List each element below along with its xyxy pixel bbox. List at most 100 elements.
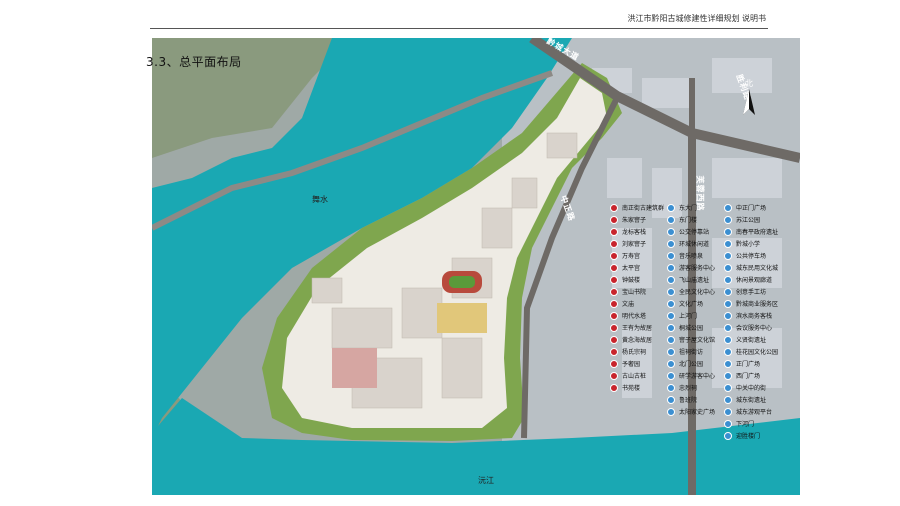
legend-item: 下河门 (724, 418, 754, 429)
sports-field (449, 276, 475, 288)
legend-label: 祖祠街访 (679, 349, 704, 356)
legend-item: 迎胜楼门 (724, 430, 760, 441)
legend-item: 祖祠街访 (667, 346, 703, 357)
legend-marker-icon (724, 431, 732, 440)
legend-label: 文庙 (622, 301, 635, 308)
legend-marker-icon (667, 239, 675, 248)
legend-label: 龙标客栈 (622, 229, 647, 236)
legend-label: 中关中的街 (736, 385, 767, 392)
legend-label: 下河门 (736, 421, 755, 428)
legend-item: 朱家窨子 (610, 214, 646, 225)
legend-item: 东大门 (667, 202, 697, 213)
legend-label: 苏江公园 (736, 217, 761, 224)
legend-item: 环城休闲道 (667, 238, 709, 249)
legend-item: 忠烈祠 (667, 382, 697, 393)
legend-item: 中正门广场 (724, 202, 766, 213)
legend-item: 明代水塔 (610, 310, 646, 321)
legend-label: 明代水塔 (622, 313, 647, 320)
legend-label: 黄念海故居 (622, 337, 653, 344)
legend-label: 城东游观平台 (736, 409, 773, 416)
legend-marker-icon (724, 371, 732, 380)
legend-item: 飞山庙遗址 (667, 274, 709, 285)
legend-marker-icon (724, 203, 732, 212)
wushui-river-label: 舞水 (312, 195, 328, 204)
section-title: 3.3、总平面布局 (146, 55, 242, 69)
legend-label: 杨氏宗祠 (622, 349, 647, 356)
legend-item: 会议服务中心 (724, 322, 772, 333)
legend-marker-icon (724, 419, 732, 428)
legend-marker-icon (667, 335, 675, 344)
legend-item: 城东游观平台 (724, 406, 772, 417)
legend-marker-icon (610, 287, 618, 296)
legend-marker-icon (724, 335, 732, 344)
legend-item: 北门公园 (667, 358, 703, 369)
legend-item: 南春平政府遗址 (724, 226, 778, 237)
legend-label: 创意手工坊 (736, 289, 767, 296)
legend-item: 上河门 (667, 310, 697, 321)
legend-label: 南正街古建筑群 (622, 205, 665, 212)
legend-item: 休闲景观廊道 (724, 274, 772, 285)
legend-label: 万寿宫 (622, 253, 641, 260)
legend-item: 东门楼 (667, 214, 697, 225)
legend-marker-icon (724, 323, 732, 332)
legend-label: 环城休闲道 (679, 241, 710, 248)
legend-marker-icon (724, 383, 732, 392)
legend-marker-icon (724, 251, 732, 260)
legend-label: 研学游客中心 (679, 373, 716, 380)
legend-item: 宝山书院 (610, 286, 646, 297)
legend-marker-icon (667, 251, 675, 260)
legend-label: 北门公园 (679, 361, 704, 368)
legend-marker-icon (610, 347, 618, 356)
legend-marker-icon (724, 215, 732, 224)
legend-marker-icon (667, 323, 675, 332)
legend-label: 朱家窨子 (622, 217, 647, 224)
heritage-block (332, 348, 377, 388)
legend-label: 古山古桩 (622, 373, 647, 380)
legend-item: 游客服务中心 (667, 262, 715, 273)
legend-label: 公交停靠站 (679, 229, 710, 236)
north-arrow-icon (743, 89, 755, 115)
legend-marker-icon (610, 251, 618, 260)
legend-marker-icon (724, 299, 732, 308)
legend-marker-icon (667, 275, 675, 284)
legend-item: 刘家窨子 (610, 238, 646, 249)
legend-label: 迎胜楼门 (736, 433, 761, 440)
legend-item: 音乐喷泉 (667, 250, 703, 261)
legend-marker-icon (667, 299, 675, 308)
legend-marker-icon (610, 227, 618, 236)
legend-item: 书苑楼 (610, 382, 640, 393)
legend-label: 王有为故居 (622, 325, 653, 332)
legend-marker-icon (724, 407, 732, 416)
legend-label: 钟鼓楼 (622, 277, 641, 284)
legend-item: 苏江公园 (724, 214, 760, 225)
legend-item: 滨水商务客栈 (724, 310, 772, 321)
legend-label: 宝山书院 (622, 289, 647, 296)
legend-label: 公共停车场 (736, 253, 767, 260)
legend-marker-icon (724, 263, 732, 272)
legend-label: 西门广场 (736, 373, 761, 380)
legend-marker-icon (610, 323, 618, 332)
header-divider (150, 28, 768, 29)
legend-marker-icon (610, 299, 618, 308)
legend-marker-icon (724, 227, 732, 236)
legend-label: 义贤街遗址 (736, 337, 767, 344)
legend-item: 公共停车场 (724, 250, 766, 261)
legend-marker-icon (610, 383, 618, 392)
legend-marker-icon (724, 311, 732, 320)
legend-label: 中正门广场 (736, 205, 767, 212)
yuanjiang-river-label: 沅江 (478, 476, 494, 485)
north-arrow: 北 (737, 78, 761, 115)
legend-marker-icon (667, 359, 675, 368)
legend-marker-icon (667, 347, 675, 356)
legend-marker-icon (610, 215, 618, 224)
legend-item: 文庙 (610, 298, 634, 309)
legend-marker-icon (610, 239, 618, 248)
legend-item: 太平宫 (610, 262, 640, 273)
legend-item: 龙标客栈 (610, 226, 646, 237)
legend-marker-icon (610, 371, 618, 380)
legend-item: 义贤街遗址 (724, 334, 766, 345)
legend-item: 黔城商业服务区 (724, 298, 778, 309)
legend-label: 书苑楼 (622, 385, 641, 392)
legend-item: 鲁班院 (667, 394, 697, 405)
legend-label: 音乐喷泉 (679, 253, 704, 260)
